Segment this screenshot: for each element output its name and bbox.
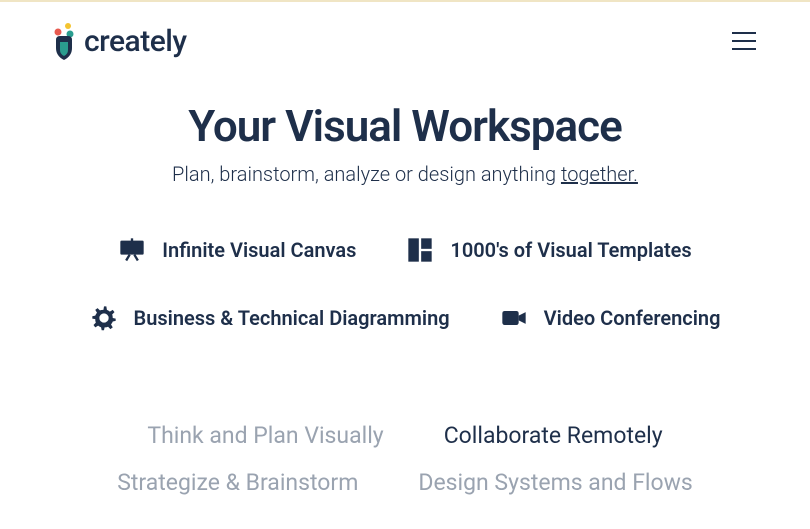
feature-diagramming: Business & Technical Diagramming (90, 304, 450, 332)
together-link[interactable]: together. (561, 162, 638, 186)
feature-label: Video Conferencing (544, 306, 721, 330)
tab-strategize[interactable]: Strategize & Brainstorm (117, 469, 358, 496)
hero-section: Your Visual Workspace Plan, brainstorm, … (0, 100, 810, 186)
video-icon (500, 304, 528, 332)
feature-label: Business & Technical Diagramming (134, 306, 450, 330)
feature-canvas: Infinite Visual Canvas (118, 236, 356, 264)
tab-think-plan[interactable]: Think and Plan Visually (147, 422, 383, 449)
feature-label: 1000's of Visual Templates (450, 238, 691, 262)
tabs-row: Think and Plan Visually Collaborate Remo… (0, 422, 810, 496)
tab-collaborate[interactable]: Collaborate Remotely (444, 422, 663, 449)
presentation-icon (118, 236, 146, 264)
brand-logo[interactable]: creately (50, 22, 187, 60)
hero-subtitle: Plan, brainstorm, analyze or design anyt… (0, 162, 810, 186)
feature-label: Infinite Visual Canvas (162, 238, 356, 262)
templates-icon (406, 236, 434, 264)
feature-video: Video Conferencing (500, 304, 721, 332)
hero-subtitle-text: Plan, brainstorm, analyze or design anyt… (172, 162, 561, 186)
gear-icon (90, 304, 118, 332)
feature-templates: 1000's of Visual Templates (406, 236, 691, 264)
logo-icon (50, 22, 78, 60)
header: creately (0, 2, 810, 70)
features-row: Infinite Visual Canvas 1000's of Visual … (0, 236, 810, 332)
hero-title: Your Visual Workspace (0, 100, 810, 152)
brand-name: creately (84, 24, 187, 59)
menu-button[interactable] (728, 28, 760, 54)
tab-design-systems[interactable]: Design Systems and Flows (418, 469, 692, 496)
